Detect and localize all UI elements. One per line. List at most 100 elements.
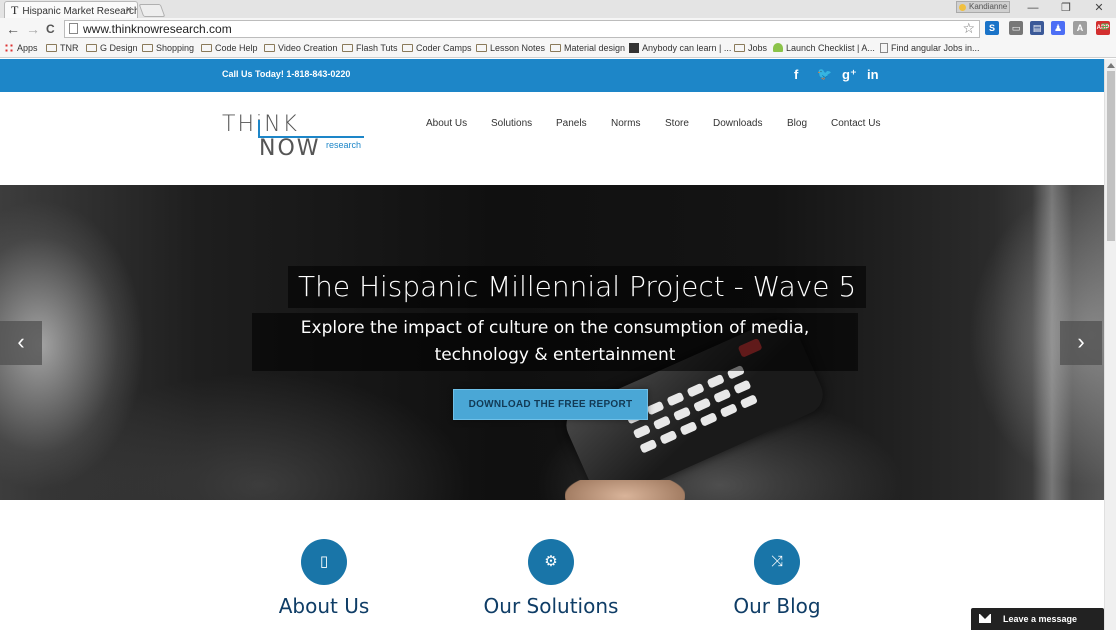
codeorg-icon <box>629 43 639 53</box>
bookmark-item[interactable]: Code Help <box>201 42 258 55</box>
chat-widget[interactable]: Leave a message <box>971 608 1104 630</box>
bookmark-item[interactable]: Find angular Jobs in... <box>880 42 980 55</box>
nav-contact-us[interactable]: Contact Us <box>831 118 880 129</box>
remote-key <box>706 373 725 389</box>
logo-research: research <box>326 140 362 150</box>
page-icon <box>880 43 888 53</box>
feature-about-us[interactable]: ▯ About Us <box>224 539 424 618</box>
logo-now: NOW <box>259 136 321 161</box>
address-url: www.thinknowresearch.com <box>83 22 232 36</box>
feature-section: ▯ About Us ⚙ Our Solutions ⤨ Our Blog <box>0 500 1104 630</box>
tablet-icon: ▯ <box>301 539 347 585</box>
clipboard-extension-icon[interactable]: ▤ <box>1030 21 1044 35</box>
bookmark-item[interactable]: TNR <box>46 42 79 55</box>
bookmark-item[interactable]: G Design <box>86 42 138 55</box>
slider-prev-button[interactable]: ‹ <box>0 321 42 365</box>
bookmark-item[interactable]: Material design <box>550 42 625 55</box>
people-extension-icon[interactable]: ♟ <box>1051 21 1065 35</box>
profile-button[interactable]: Kandianne <box>956 1 1010 13</box>
remote-key <box>646 400 665 416</box>
nav-about-us[interactable]: About Us <box>426 118 467 129</box>
address-bar[interactable]: www.thinknowresearch.com ☆ <box>64 20 980 38</box>
back-button[interactable]: ← <box>6 20 20 38</box>
close-window-button[interactable]: ✕ <box>1082 0 1116 18</box>
remote-key <box>699 412 718 427</box>
feature-label: About Us <box>278 594 370 618</box>
folder-icon <box>142 44 153 52</box>
bookmark-label: TNR <box>60 43 79 53</box>
bookmark-item[interactable]: Flash Tuts <box>342 42 398 55</box>
bookmark-label: Coder Camps <box>416 43 472 53</box>
nav-norms[interactable]: Norms <box>611 118 640 129</box>
angular-extension-icon[interactable]: A <box>1073 21 1087 35</box>
nav-store[interactable]: Store <box>665 118 689 129</box>
slider-next-button[interactable]: › <box>1060 321 1102 365</box>
site-topbar: Call Us Today! 1-818-843-0220 f 🐦 g⁺ in <box>0 59 1104 92</box>
nav-panels[interactable]: Panels <box>556 118 587 129</box>
phone-call-text: Call Us Today! 1-818-843-0220 <box>222 69 351 79</box>
android-icon <box>773 43 783 52</box>
folder-icon <box>476 44 487 52</box>
bookmark-label: G Design <box>100 43 138 53</box>
linkedin-icon[interactable]: in <box>867 67 879 82</box>
bookmark-item[interactable]: Apps <box>4 42 38 55</box>
remote-key <box>713 388 732 404</box>
chat-label: Leave a message <box>1003 614 1078 624</box>
s-extension-icon[interactable]: S <box>985 21 999 35</box>
remote-key <box>659 429 678 445</box>
browser-tab[interactable]: T Hispanic Market Research × <box>4 1 138 18</box>
hand-image <box>565 480 685 500</box>
remote-key <box>693 397 712 413</box>
bookmark-label: Video Creation <box>278 43 338 53</box>
twitter-icon[interactable]: 🐦 <box>817 67 832 81</box>
remote-key <box>632 424 651 440</box>
remote-key <box>639 438 658 454</box>
page-scrollbar[interactable] <box>1104 59 1116 630</box>
folder-icon <box>46 44 57 52</box>
bookmark-star-icon[interactable]: ☆ <box>962 20 975 36</box>
feature-label: Our Solutions <box>483 594 619 618</box>
scrollbar-thumb[interactable] <box>1107 71 1115 241</box>
nav-solutions[interactable]: Solutions <box>491 118 532 129</box>
feature-our-blog[interactable]: ⤨ Our Blog <box>677 539 877 618</box>
tab-title: Hispanic Market Research <box>22 6 138 17</box>
thinknow-logo[interactable]: THiNK NOW research <box>222 112 372 162</box>
bookmark-item[interactable]: Launch Checklist | A... <box>773 42 875 55</box>
download-report-button[interactable]: DOWNLOAD THE FREE REPORT <box>453 389 648 420</box>
cast-icon[interactable]: ▭ <box>1009 21 1023 35</box>
facebook-icon[interactable]: f <box>794 67 798 82</box>
googleplus-icon[interactable]: g⁺ <box>842 67 857 83</box>
forward-button[interactable]: → <box>26 20 40 38</box>
hero-title: The Hispanic Millennial Project - Wave 5 <box>288 266 867 308</box>
menu-icon[interactable]: ≡ <box>1098 19 1112 33</box>
bookmark-label: Anybody can learn | ... <box>642 43 732 53</box>
nav-blog[interactable]: Blog <box>787 118 807 129</box>
new-tab-button[interactable] <box>138 4 166 17</box>
nav-downloads[interactable]: Downloads <box>713 118 762 129</box>
page-icon <box>69 23 78 34</box>
folder-icon <box>550 44 561 52</box>
folder-icon <box>86 44 97 52</box>
restore-button[interactable]: ❐ <box>1049 0 1083 18</box>
reload-button[interactable]: C <box>46 20 55 38</box>
bookmark-item[interactable]: Lesson Notes <box>476 42 545 55</box>
hero-subtitle: Explore the impact of culture on the con… <box>252 313 858 371</box>
bookmark-item[interactable]: Jobs <box>734 42 767 55</box>
bookmark-item[interactable]: Video Creation <box>264 42 337 55</box>
bookmark-item[interactable]: Anybody can learn | ... <box>629 42 731 55</box>
bookmark-item[interactable]: Shopping <box>142 42 194 55</box>
remote-key <box>719 403 738 418</box>
feature-our-solutions[interactable]: ⚙ Our Solutions <box>451 539 651 618</box>
folder-icon <box>264 44 275 52</box>
envelope-icon <box>979 614 991 623</box>
shuffle-icon: ⤨ <box>754 539 800 585</box>
bookmark-item[interactable]: Coder Camps <box>402 42 472 55</box>
folder-icon <box>342 44 353 52</box>
hero-slider: The Hispanic Millennial Project - Wave 5… <box>0 185 1104 500</box>
tab-close-icon[interactable]: × <box>126 2 132 18</box>
remote-key <box>652 415 672 431</box>
bookmark-label: Apps <box>17 43 38 53</box>
minimize-button[interactable]: — <box>1016 0 1050 18</box>
logo-think: THiNK <box>222 112 299 137</box>
scroll-up-icon[interactable] <box>1107 63 1115 68</box>
